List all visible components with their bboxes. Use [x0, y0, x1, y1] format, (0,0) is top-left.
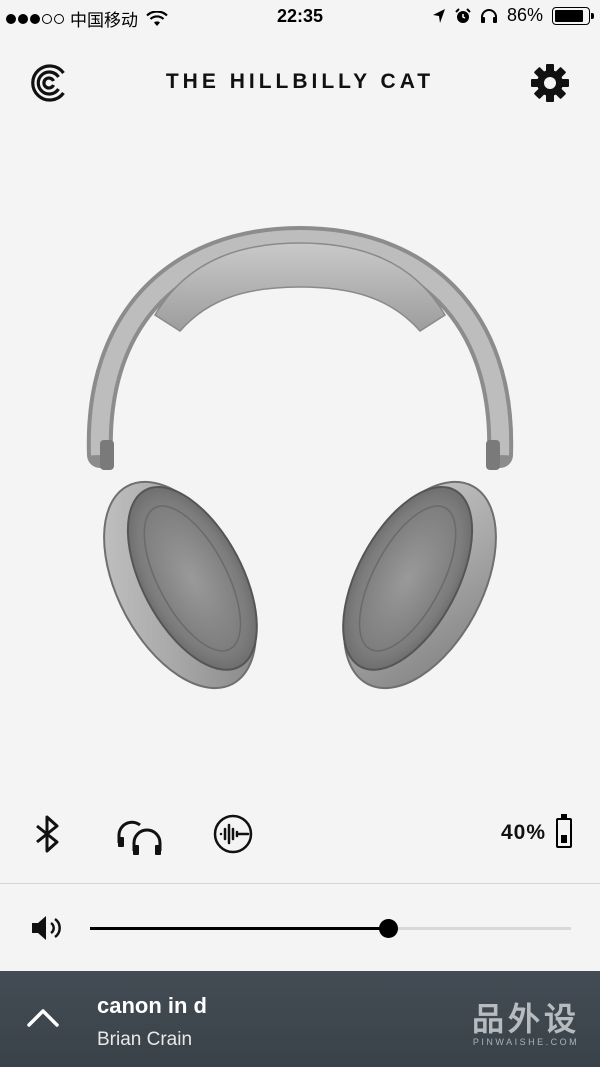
headphone-battery-level: 40% — [500, 821, 546, 844]
volume-slider-thumb[interactable] — [379, 919, 399, 938]
noise-cancel-icon — [213, 814, 253, 854]
bluetooth-icon — [36, 815, 59, 853]
volume-fill — [90, 927, 389, 930]
headphones-image — [86, 225, 514, 690]
watermark: 品外设 PINWAISHE.COM — [472, 1001, 580, 1047]
volume-slider[interactable] — [90, 919, 571, 938]
battery-icon — [552, 6, 594, 25]
now-playing-bar[interactable]: canon in d Brian Crain 品外设 PINWAISHE.COM — [0, 971, 600, 1067]
location-arrow-icon — [432, 8, 445, 23]
watermark-cn: 品外设 — [471, 1000, 580, 1038]
watermark-en: PINWAISHE.COM — [472, 1037, 580, 1047]
noise-control-button[interactable] — [208, 809, 258, 859]
headphone-battery: 40% — [500, 814, 572, 848]
headphones-status-icon — [480, 8, 497, 23]
track-artist: Brian Crain — [97, 1029, 193, 1050]
gear-icon[interactable] — [530, 63, 570, 103]
alarm-clock-icon — [455, 7, 471, 23]
bluetooth-button[interactable] — [22, 809, 72, 859]
speaker-icon — [32, 916, 61, 940]
party-mode-button[interactable] — [114, 809, 164, 859]
status-bar: 中国移动 22:35 86% — [0, 0, 600, 34]
headphones-pair-icon — [117, 820, 162, 855]
track-title: canon in d — [97, 993, 207, 1018]
divider — [0, 883, 600, 884]
page-title: THE HILLBILLY CAT — [165, 70, 435, 93]
chevron-up-icon[interactable] — [26, 1003, 60, 1033]
battery-icon — [556, 814, 572, 848]
battery-percent: 86% — [506, 5, 543, 25]
volume-control — [0, 905, 600, 951]
status-right: 86% — [432, 5, 594, 26]
header: THE HILLBILLY CAT — [0, 54, 600, 114]
controls-row: 40% — [0, 805, 600, 863]
